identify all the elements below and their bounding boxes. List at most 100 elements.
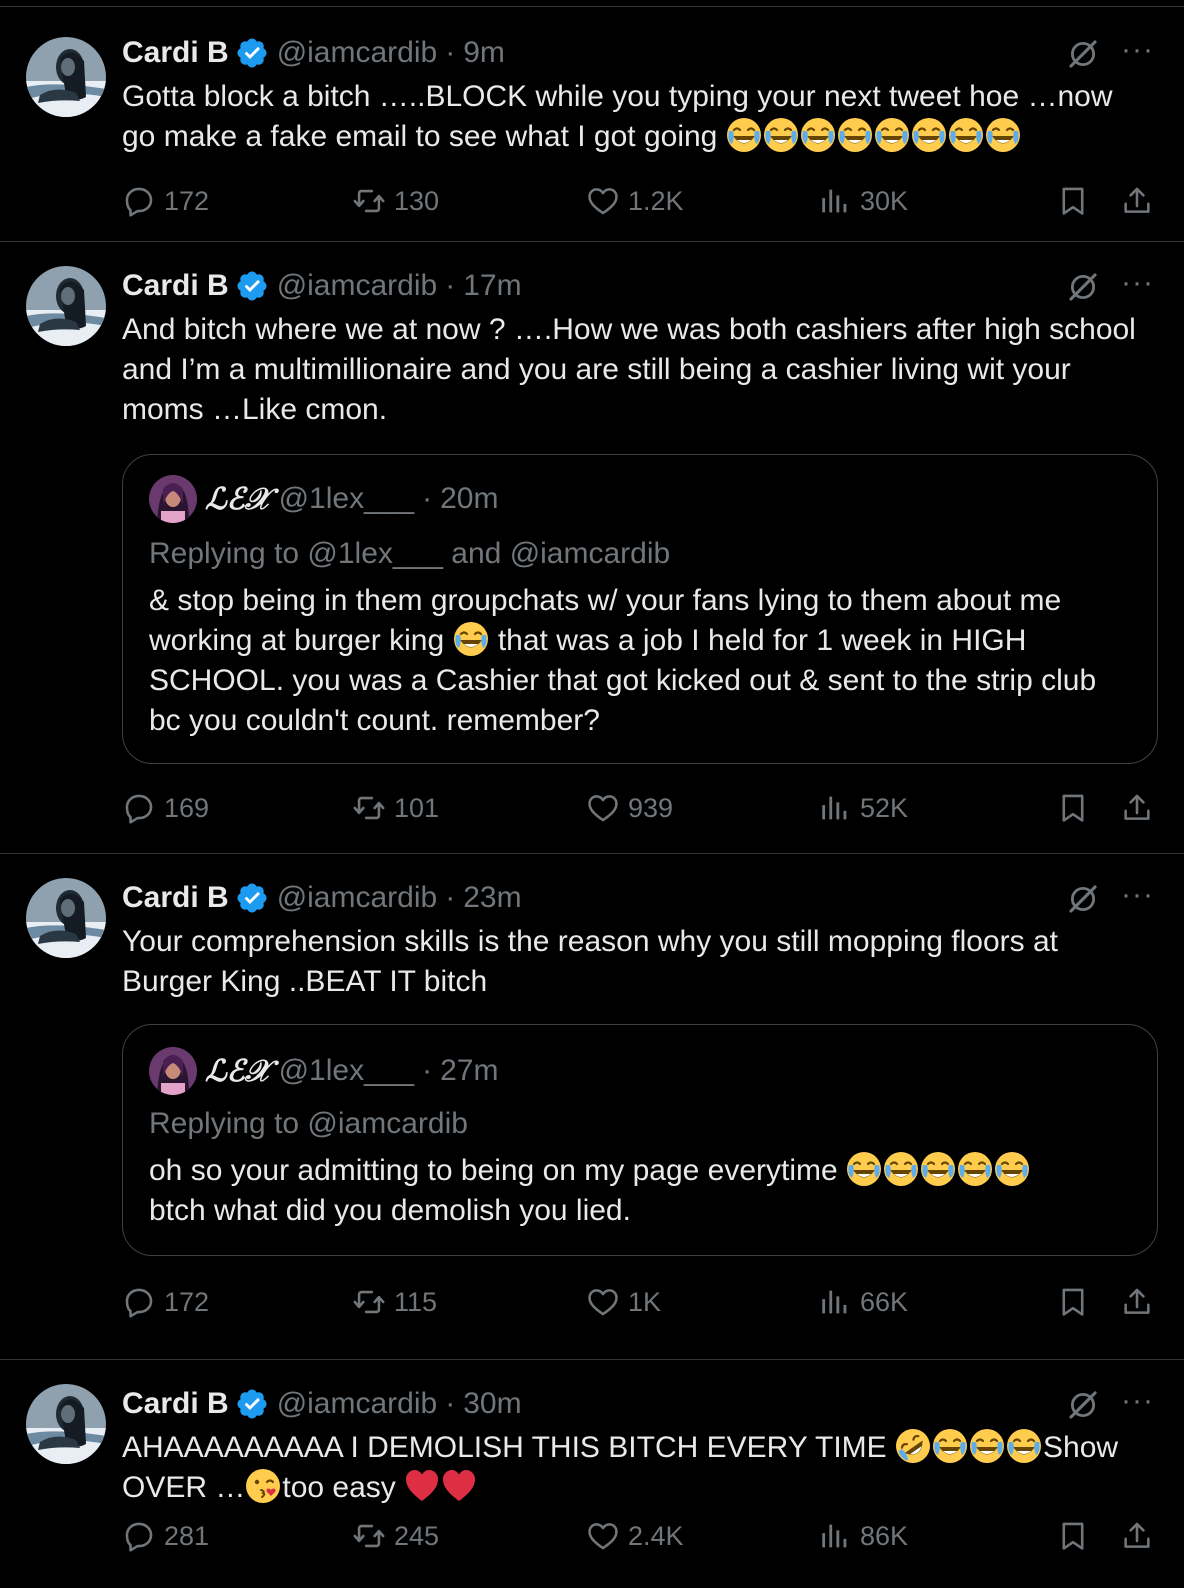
reply-count: 281 (164, 1520, 210, 1551)
author-name[interactable]: Cardi B (122, 269, 229, 303)
quoted-text-segment: that was a job I held for 1 week in HIGH (497, 624, 1027, 657)
author-handle[interactable]: @iamcardib (277, 36, 438, 70)
quoted-tweet[interactable]: ℒℰ𝒳 @1lex___ · 27m Replying to @iamcardi… (122, 1024, 1158, 1256)
tweet-text-line: and I’m a multimillionaire and you are s… (122, 353, 1071, 386)
tweet-1[interactable]: Cardi B @iamcardib · 9m ··· Gotta block … (0, 6, 1184, 242)
share-icon (1120, 1285, 1154, 1319)
avatar[interactable] (26, 878, 106, 958)
like-button[interactable]: 939 (586, 788, 673, 828)
author-handle[interactable]: @iamcardib (277, 881, 438, 915)
bookmark-icon (1056, 1285, 1090, 1319)
views-button[interactable]: 66K (818, 1282, 908, 1322)
bookmark-icon (1056, 1519, 1090, 1553)
bookmark-button[interactable] (1056, 181, 1090, 221)
joy-emoji (969, 1428, 1005, 1464)
joy-emoji (453, 621, 489, 657)
timestamp[interactable]: 9m (463, 36, 505, 70)
red-heart-emoji (404, 1468, 440, 1504)
author-name[interactable]: Cardi B (122, 881, 229, 915)
reply-button[interactable]: 281 (122, 1516, 209, 1556)
like-button[interactable]: 1.2K (586, 181, 684, 221)
grok-icon[interactable] (1066, 37, 1100, 71)
timestamp[interactable]: 23m (463, 881, 521, 915)
reply-icon (122, 791, 156, 825)
retweet-button[interactable]: 245 (352, 1516, 439, 1556)
reply-icon (122, 184, 156, 218)
more-icon[interactable]: ··· (1121, 880, 1154, 910)
quoted-author-handle: @1lex___ (278, 1054, 415, 1087)
bookmark-button[interactable] (1056, 1282, 1090, 1322)
emoji-group (895, 1431, 1043, 1464)
reply-icon (122, 1285, 156, 1319)
more-icon[interactable]: ··· (1121, 35, 1154, 65)
share-button[interactable] (1120, 788, 1154, 828)
views-count: 30K (860, 185, 909, 216)
retweet-button[interactable]: 115 (352, 1282, 437, 1322)
tweet-text: And bitch where we at now ? ….How we was… (122, 310, 1154, 430)
action-bar: 169 101 939 52K (122, 788, 1154, 828)
heart-icon (586, 1519, 620, 1553)
more-icon[interactable]: ··· (1121, 1386, 1154, 1416)
action-bar: 172 115 1K 66K (122, 1282, 1154, 1322)
reply-button[interactable]: 172 (122, 1282, 209, 1322)
bookmark-button[interactable] (1056, 1516, 1090, 1556)
bookmark-icon (1056, 791, 1090, 825)
retweet-icon (352, 184, 386, 218)
tweet-text-line: Burger King ..BEAT IT bitch (122, 965, 488, 998)
tweet-text-line: go make a fake email to see what I got g… (122, 117, 1154, 157)
tweet-text: AHAAAAAAAAA I DEMOLISH THIS BITCH EVERY … (122, 1428, 1154, 1508)
joy-emoji (874, 117, 910, 153)
joy-emoji (726, 117, 762, 153)
grok-icon[interactable] (1066, 1388, 1100, 1422)
like-button[interactable]: 2.4K (586, 1516, 684, 1556)
reply-button[interactable]: 172 (122, 181, 209, 221)
author-name[interactable]: Cardi B (122, 36, 229, 70)
replying-to: Replying to @1lex___ and @iamcardib (149, 537, 671, 570)
quoted-avatar (149, 475, 197, 523)
author-name[interactable]: Cardi B (122, 1387, 229, 1421)
retweet-button[interactable]: 130 (352, 181, 439, 221)
tweet-3[interactable]: Cardi B @iamcardib · 23m ··· Your compre… (0, 854, 1184, 1360)
separator-dot: · (445, 269, 456, 302)
tweet-4[interactable]: Cardi B @iamcardib · 30m ··· AHAAAAAAAAA… (0, 1360, 1184, 1588)
share-button[interactable] (1120, 1282, 1154, 1322)
quoted-text-line: SCHOOL. you was a Cashier that got kicke… (149, 664, 1097, 697)
quoted-tweet[interactable]: ℒℰ𝒳 @1lex___ · 20m Replying to @1lex___ … (122, 454, 1158, 764)
timestamp[interactable]: 30m (463, 1387, 521, 1421)
author-handle[interactable]: @iamcardib (277, 1387, 438, 1421)
share-button[interactable] (1120, 1516, 1154, 1556)
joy-emoji (994, 1151, 1030, 1187)
reply-button[interactable]: 169 (122, 788, 209, 828)
tweet-text-segment: OVER … (122, 1471, 246, 1504)
heart-icon (586, 184, 620, 218)
share-button[interactable] (1120, 181, 1154, 221)
joy-emoji (846, 1151, 882, 1187)
retweet-icon (352, 1285, 386, 1319)
joy-emoji (948, 117, 984, 153)
like-button[interactable]: 1K (586, 1282, 661, 1322)
more-icon[interactable]: ··· (1121, 268, 1154, 298)
author-handle[interactable]: @iamcardib (277, 269, 438, 303)
quoted-text-line: oh so your admitting to being on my page… (149, 1151, 1131, 1191)
tweet-text-line: Gotta block a bitch …..BLOCK while you t… (122, 80, 1113, 113)
joy-emoji (800, 117, 836, 153)
avatar[interactable] (26, 266, 106, 346)
views-icon (818, 791, 852, 825)
retweet-count: 101 (394, 792, 440, 823)
like-count: 939 (628, 792, 674, 823)
timestamp[interactable]: 17m (463, 269, 521, 303)
bookmark-button[interactable] (1056, 788, 1090, 828)
avatar[interactable] (26, 37, 106, 117)
grok-icon[interactable] (1066, 270, 1100, 304)
views-button[interactable]: 52K (818, 788, 908, 828)
views-button[interactable]: 86K (818, 1516, 908, 1556)
retweet-button[interactable]: 101 (352, 788, 439, 828)
grok-icon[interactable] (1066, 882, 1100, 916)
red-heart-emoji (441, 1468, 477, 1504)
reply-count: 172 (164, 1286, 210, 1317)
views-button[interactable]: 30K (818, 181, 908, 221)
emoji-group (726, 120, 1022, 153)
tweet-2[interactable]: Cardi B @iamcardib · 17m ··· And bitch w… (0, 242, 1184, 854)
avatar[interactable] (26, 1384, 106, 1464)
action-bar: 172 130 1.2K 30K (122, 181, 1154, 221)
